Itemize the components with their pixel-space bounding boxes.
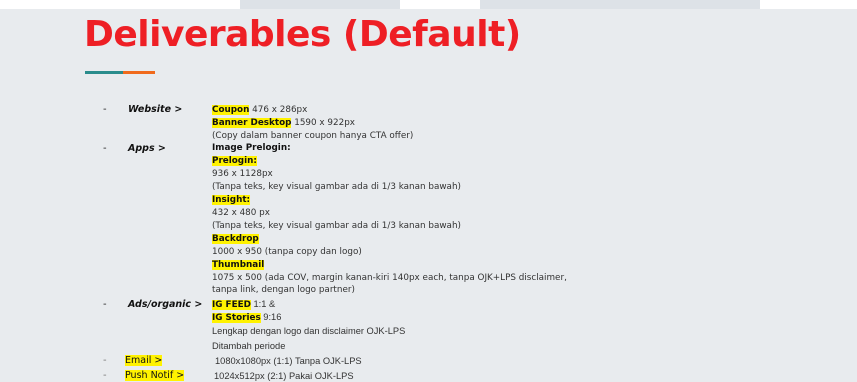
banner-desktop-label: Banner Desktop [212, 118, 292, 128]
title-accent-orange [123, 71, 155, 74]
prelogin-label-line: Prelogin: [212, 156, 257, 167]
slide-title: Deliverables (Default) [84, 14, 521, 55]
coupon-label: Coupon [212, 105, 250, 115]
coupon-size: 476 x 286px [249, 105, 308, 115]
category-email: Email > [125, 355, 163, 366]
push-notif-spec: 1024x512px (2:1) Pakai OJK-LPS [214, 371, 354, 381]
website-note: (Copy dalam banner coupon hanya CTA offe… [212, 131, 414, 141]
ig-feed-ratio: 1:1 & [250, 299, 276, 309]
thumbnail-spec-line1: 1075 x 500 (ada COV, margin kanan-kiri 1… [212, 273, 567, 283]
top-band [0, 0, 857, 9]
insight-label-line: Insight: [212, 195, 251, 206]
thumbnail-spec-line2: tanpa link, dengan logo partner) [212, 285, 355, 295]
backdrop-label-line: Backdrop [212, 234, 259, 245]
banner-desktop-size: 1590 x 922px [291, 118, 356, 128]
image-prelogin-heading: Image Prelogin: [212, 143, 291, 153]
bullet-dash: - [103, 104, 107, 115]
category-ads-organic: Ads/organic > [128, 299, 203, 310]
insight-size: 432 x 480 px [212, 208, 270, 218]
prelogin-label: Prelogin: [212, 156, 257, 166]
ig-stories-ratio: 9:16 [260, 312, 282, 322]
ig-feed-label: IG FEED [212, 300, 251, 310]
ig-stories-line: IG Stories 9:16 [212, 312, 281, 324]
category-apps: Apps > [128, 143, 166, 154]
website-coupon-line: Coupon 476 x 286px [212, 105, 307, 116]
bullet-dash: - [103, 143, 107, 154]
backdrop-label: Backdrop [212, 234, 259, 244]
bullet-dash: - [103, 370, 107, 381]
backdrop-size: 1000 x 950 (tanpa copy dan logo) [212, 247, 362, 257]
prelogin-size: 936 x 1128px [212, 169, 273, 179]
bullet-dash: - [103, 355, 107, 366]
category-push-notif: Push Notif > [125, 370, 185, 381]
email-spec: 1080x1080px (1:1) Tanpa OJK-LPS [215, 356, 362, 366]
insight-note: (Tanpa teks, key visual gambar ada di 1/… [212, 221, 461, 231]
category-website: Website > [128, 104, 183, 115]
thumbnail-label: Thumbnail [212, 260, 265, 270]
title-accent-teal [85, 71, 123, 74]
prelogin-note: (Tanpa teks, key visual gambar ada di 1/… [212, 182, 461, 192]
ads-note-period: Ditambah periode [212, 341, 286, 351]
ig-feed-line: IG FEED 1:1 & [212, 299, 275, 311]
insight-label: Insight: [212, 195, 251, 205]
top-band-shade-right [480, 0, 760, 9]
website-banner-line: Banner Desktop 1590 x 922px [212, 118, 355, 129]
ads-note-logo: Lengkap dengan logo dan disclaimer OJK-L… [212, 326, 406, 336]
ig-stories-label: IG Stories [212, 313, 261, 323]
top-band-shade-left [240, 0, 400, 9]
bullet-dash: - [103, 299, 107, 310]
thumbnail-label-line: Thumbnail [212, 260, 265, 271]
